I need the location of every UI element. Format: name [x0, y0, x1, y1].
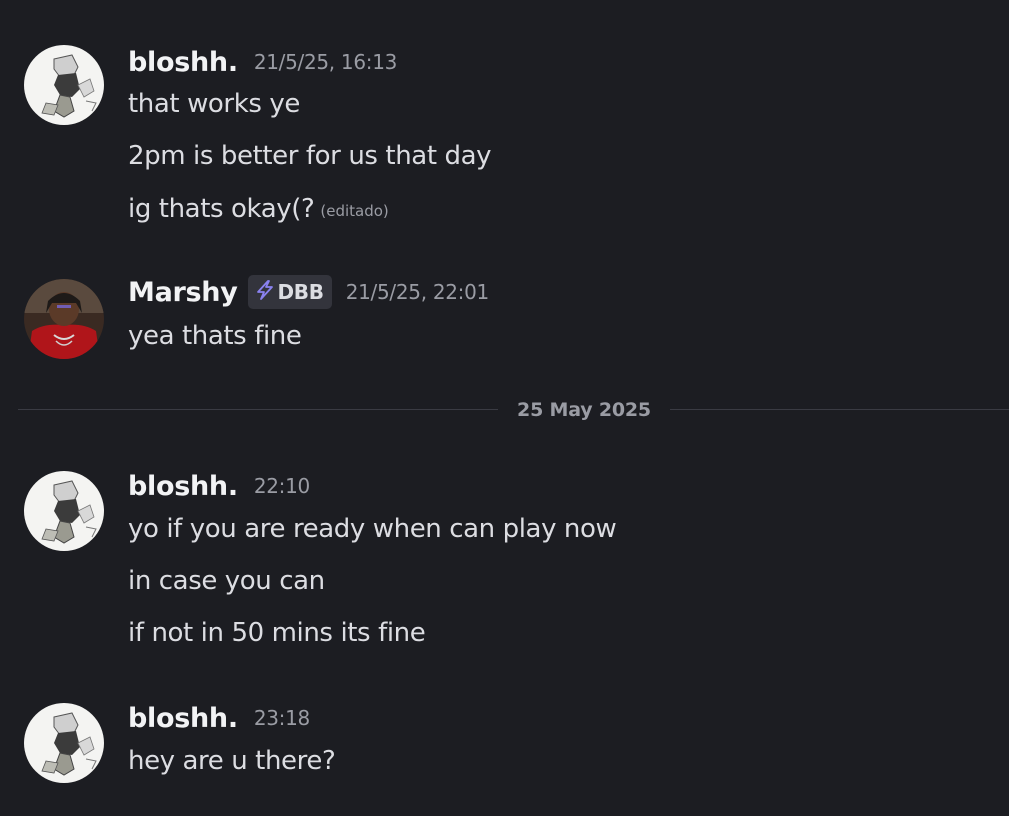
- divider-line: [18, 409, 498, 410]
- marshy-avatar-icon: [24, 279, 104, 359]
- message-text: ig thats okay(? (editado): [128, 194, 389, 224]
- avatar[interactable]: [24, 279, 104, 359]
- message-text: 2pm is better for us that day: [128, 141, 492, 171]
- username[interactable]: bloshh.: [128, 703, 238, 734]
- message-header: bloshh. 23:18: [128, 700, 310, 736]
- username[interactable]: bloshh.: [128, 471, 238, 502]
- avatar[interactable]: [24, 45, 104, 125]
- divider-line: [670, 409, 1009, 410]
- timestamp[interactable]: 21/5/25, 22:01: [346, 280, 490, 304]
- bloshh-avatar-icon: [24, 45, 104, 125]
- edited-label: (editado): [320, 202, 389, 220]
- username[interactable]: Marshy: [128, 277, 238, 308]
- message-text: that works ye: [128, 89, 300, 119]
- bloshh-avatar-icon: [24, 703, 104, 783]
- message-text: yea thats fine: [128, 321, 302, 351]
- message-text: if not in 50 mins its fine: [128, 618, 426, 648]
- avatar[interactable]: [24, 703, 104, 783]
- chat-message-list: bloshh. 21/5/25, 16:13 that works ye 2pm…: [0, 0, 1009, 816]
- message-text: in case you can: [128, 566, 325, 596]
- timestamp[interactable]: 22:10: [254, 474, 310, 498]
- timestamp[interactable]: 21/5/25, 16:13: [254, 50, 398, 74]
- date-divider-label: 25 May 2025: [517, 399, 651, 421]
- bloshh-avatar-icon: [24, 471, 104, 551]
- message-header: bloshh. 21/5/25, 16:13: [128, 44, 397, 80]
- message-text: hey are u there?: [128, 746, 336, 776]
- message-header: bloshh. 22:10: [128, 468, 310, 504]
- server-tag[interactable]: DBB: [247, 275, 332, 309]
- server-tag-label: DBB: [277, 280, 325, 304]
- timestamp[interactable]: 23:18: [254, 706, 310, 730]
- date-divider: 25 May 2025: [18, 391, 1009, 429]
- avatar[interactable]: [24, 471, 104, 551]
- message-text: yo if you are ready when can play now: [128, 514, 617, 544]
- message-header: Marshy DBB 21/5/25, 22:01: [128, 274, 489, 310]
- username[interactable]: bloshh.: [128, 47, 238, 78]
- lightning-bolt-icon: [254, 279, 276, 306]
